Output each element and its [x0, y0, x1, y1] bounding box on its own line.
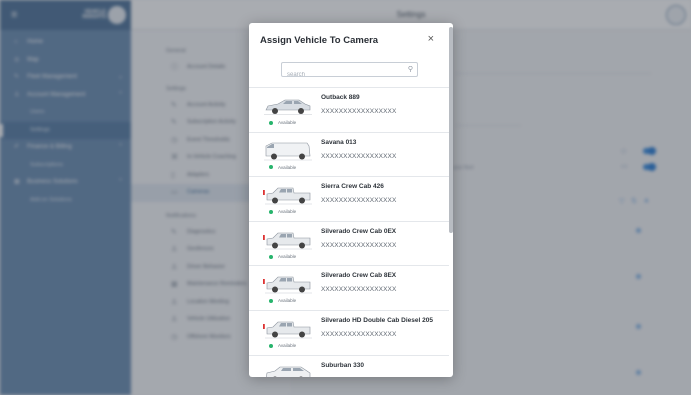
vehicle-name: Sierra Crew Cab 426 — [321, 183, 384, 191]
vehicle-name: Silverado Crew Cab 0EX — [321, 227, 397, 235]
vehicle-vin: XXXXXXXXXXXXXXXXX — [321, 197, 397, 205]
vehicle-name: Silverado HD Double Cab Diesel 205 — [321, 316, 433, 324]
available-dot-icon — [269, 343, 273, 348]
list-item[interactable]: Silverado Crew Cab 0EX XXXXXXXXXXXXXXXXX… — [249, 220, 449, 266]
status-badge: Available — [269, 209, 296, 214]
vehicle-vin: XXXXXXXXXXXXXXXXX — [321, 108, 397, 115]
vehicle-vin: XXXXXXXXXXXXXXXXX — [321, 330, 397, 338]
list-item[interactable]: Savana 013 XXXXXXXXXXXXXXXXX Available — [249, 131, 449, 177]
assign-vehicle-modal: Assign Vehicle To Camera × ⚲ Outback 889… — [249, 23, 453, 377]
available-dot-icon — [269, 120, 273, 125]
vehicle-name: Silverado Crew Cab 8EX — [321, 272, 397, 280]
available-dot-icon — [269, 299, 273, 304]
modal-title: Assign Vehicle To Camera — [260, 35, 379, 46]
vehicle-name: Outback 889 — [321, 94, 360, 101]
vehicle-truck-icon — [263, 232, 312, 250]
scrollbar[interactable] — [449, 27, 453, 233]
list-item[interactable]: Suburban 330 — [249, 354, 449, 377]
vehicle-list: Outback 889 XXXXXXXXXXXXXXXXX Available … — [249, 87, 449, 377]
list-item[interactable]: Silverado Crew Cab 8EX XXXXXXXXXXXXXXXXX… — [249, 265, 449, 310]
list-item[interactable]: Silverado HD Double Cab Diesel 205 XXXXX… — [249, 309, 449, 355]
status-badge: Available — [269, 165, 296, 170]
vehicle-van-icon — [264, 142, 312, 160]
status-badge: Available — [269, 254, 296, 259]
search-icon[interactable]: ⚲ — [408, 65, 413, 73]
list-item[interactable]: Sierra Crew Cab 426 XXXXXXXXXXXXXXXXX Av… — [249, 176, 449, 221]
status-badge: Available — [269, 120, 296, 125]
status-badge: Available — [269, 343, 296, 348]
list-item[interactable]: Outback 889 XXXXXXXXXXXXXXXXX Available — [249, 87, 449, 132]
vehicle-truck-icon — [263, 187, 312, 205]
search-input[interactable] — [282, 68, 400, 82]
vehicle-name: Savana 013 — [321, 138, 357, 146]
available-dot-icon — [269, 165, 273, 170]
available-dot-icon — [269, 210, 273, 214]
vehicle-truck-icon — [263, 321, 312, 339]
vehicle-vin: XXXXXXXXXXXXXXXXX — [321, 152, 397, 160]
close-icon[interactable]: × — [428, 33, 434, 45]
vehicle-name: Suburban 330 — [321, 361, 364, 369]
vehicle-vin: XXXXXXXXXXXXXXXXX — [321, 241, 397, 249]
vehicle-truck-icon — [263, 277, 312, 294]
vehicle-suv-icon — [265, 366, 311, 377]
status-badge: Available — [269, 298, 296, 303]
vehicle-wagon-icon — [264, 99, 312, 115]
search-box: ⚲ — [281, 62, 418, 82]
available-dot-icon — [269, 254, 273, 259]
vehicle-vin: XXXXXXXXXXXXXXXXX — [321, 286, 397, 294]
